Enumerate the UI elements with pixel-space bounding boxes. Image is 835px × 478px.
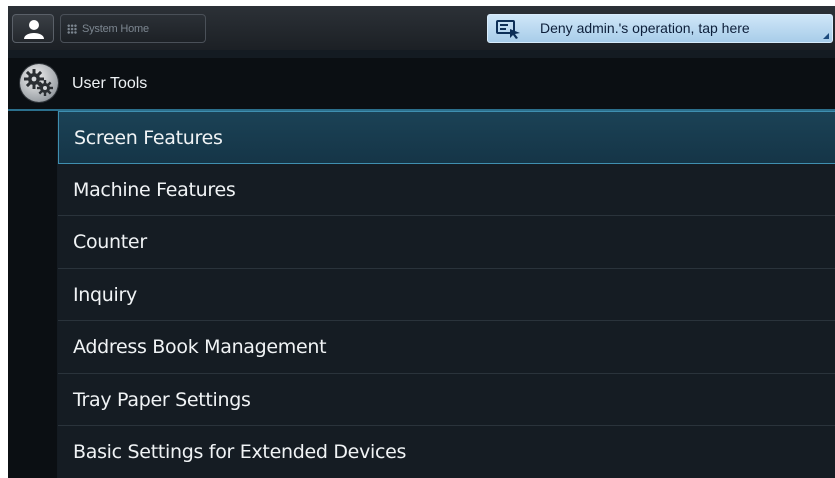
menu-item-tray-paper-settings[interactable]: Tray Paper Settings <box>58 373 835 426</box>
menu-item-inquiry[interactable]: Inquiry <box>58 268 835 321</box>
remote-operation-icon <box>496 20 520 39</box>
user-icon <box>24 20 44 39</box>
corner-indicator-icon <box>823 33 829 39</box>
user-tools-screen: System Home Deny admin.'s operation, tap… <box>8 6 835 478</box>
menu-item-screen-features[interactable]: Screen Features <box>58 111 835 164</box>
page-title: User Tools <box>72 75 148 92</box>
system-home-button[interactable]: System Home <box>60 14 206 43</box>
user-button[interactable] <box>12 14 54 43</box>
user-tools-menu: Screen Features Machine Features Counter… <box>58 111 835 478</box>
gears-icon <box>20 64 58 102</box>
top-bar: System Home Deny admin.'s operation, tap… <box>8 6 835 50</box>
menu-item-counter[interactable]: Counter <box>58 216 835 269</box>
system-home-label: System Home <box>82 22 149 35</box>
user-tools-header: User Tools <box>8 58 835 110</box>
menu-item-address-book-management[interactable]: Address Book Management <box>58 321 835 374</box>
menu-item-basic-settings-extended-devices[interactable]: Basic Settings for Extended Devices <box>58 426 835 478</box>
left-gutter <box>8 111 57 478</box>
deny-admin-operation-label: Deny admin.'s operation, tap here <box>540 20 750 36</box>
grid-icon <box>67 23 77 34</box>
menu-item-machine-features[interactable]: Machine Features <box>58 163 835 216</box>
deny-admin-operation-button[interactable]: Deny admin.'s operation, tap here <box>487 14 833 43</box>
